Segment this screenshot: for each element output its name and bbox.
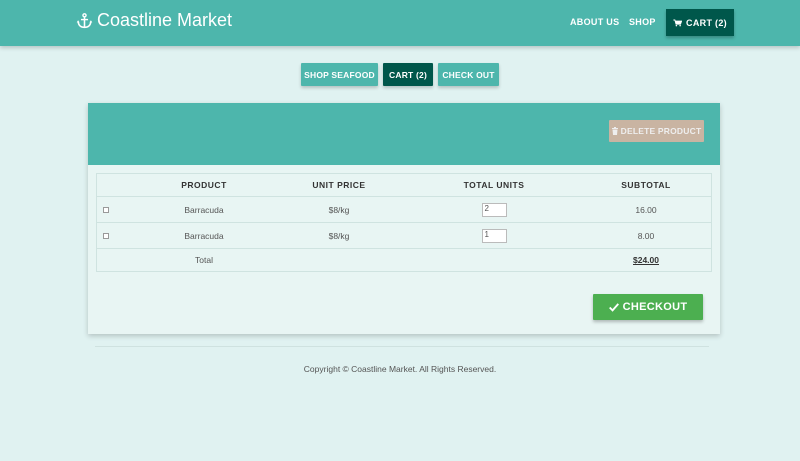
delete-product-button[interactable]: DELETE PRODUCT	[609, 120, 704, 142]
quantity-input[interactable]: 2	[481, 202, 507, 217]
row-product: Barracuda	[184, 204, 224, 215]
cart-card: DELETE PRODUCT PRODUCT UNIT PRICE TOTAL …	[88, 103, 720, 334]
tab-cart[interactable]: CART (2)	[383, 63, 433, 86]
delete-product-label: DELETE PRODUCT	[620, 126, 702, 136]
cart-icon	[673, 19, 683, 26]
tab-shop-seafood[interactable]: SHOP SEAFOOD	[301, 63, 378, 86]
total-label: Total	[195, 255, 213, 265]
trash-icon	[611, 127, 618, 135]
row-product: Barracuda	[184, 230, 224, 241]
header-subtotal: SUBTOTAL	[621, 180, 671, 190]
row-subtotal: 16.00	[635, 204, 657, 215]
brand-link[interactable]: Coastline Market	[76, 10, 232, 31]
row-unit-price: $8/kg	[328, 204, 350, 215]
brand-name: Coastline Market	[97, 10, 233, 30]
row-unit-price: $8/kg	[328, 230, 350, 241]
header-total-units: TOTAL UNITS	[463, 180, 525, 190]
table-header-row: PRODUCT UNIT PRICE TOTAL UNITS SUBTOTAL	[97, 174, 711, 197]
nav-shop-link[interactable]: SHOP	[629, 17, 656, 27]
total-value: $24.00	[633, 255, 659, 265]
checkout-button[interactable]: CHECKOUT	[593, 294, 703, 320]
row-checkbox[interactable]	[103, 206, 109, 213]
navbar: Coastline Market ABOUT US SHOP CART (2)	[0, 0, 800, 46]
row-checkbox[interactable]	[103, 232, 109, 239]
table-row: Barracuda $8/kg 1 8.00	[97, 223, 711, 249]
table-row: Barracuda $8/kg 2 16.00	[97, 197, 711, 223]
anchor-icon	[76, 12, 93, 28]
total-row: Total $24.00	[97, 249, 711, 271]
checkout-label: CHECKOUT	[622, 301, 688, 313]
header-product: PRODUCT	[181, 180, 227, 190]
nav-cart-button[interactable]: CART (2)	[666, 9, 734, 36]
tab-check-out[interactable]: CHECK OUT	[438, 63, 499, 86]
footer-copyright: Copyright © Coastline Market. All Rights…	[303, 364, 497, 374]
quantity-input[interactable]: 1	[481, 228, 507, 243]
cart-table: PRODUCT UNIT PRICE TOTAL UNITS SUBTOTAL …	[96, 173, 712, 272]
nav-cart-label: CART (2)	[686, 17, 727, 28]
card-header: DELETE PRODUCT	[88, 103, 720, 165]
header-unit-price: UNIT PRICE	[312, 180, 366, 190]
row-subtotal: 8.00	[637, 230, 655, 241]
footer-divider	[95, 346, 709, 347]
check-icon	[608, 302, 619, 312]
nav-about-link[interactable]: ABOUT US	[570, 17, 619, 27]
